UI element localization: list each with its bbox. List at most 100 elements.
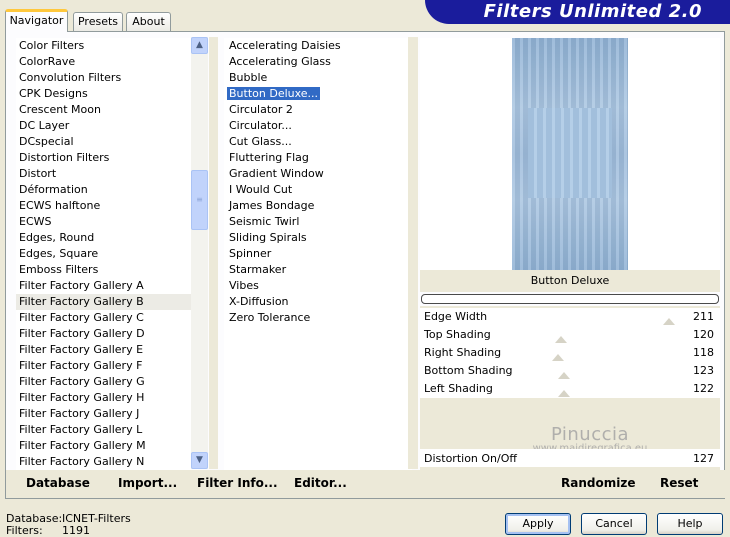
scroll-up-button[interactable]: ▲ — [191, 37, 208, 54]
filter-item[interactable]: Accelerating Glass — [224, 54, 412, 70]
filter-item[interactable]: Gradient Window — [224, 166, 412, 182]
category-item[interactable]: Déformation — [16, 182, 198, 198]
category-item[interactable]: Filter Factory Gallery J — [16, 406, 198, 422]
category-item[interactable]: ColorRave — [16, 54, 198, 70]
slider-label: Right Shading — [424, 346, 502, 359]
filter-item[interactable]: X-Diffusion — [224, 294, 412, 310]
tab-presets[interactable]: Presets — [73, 12, 123, 31]
title-banner: Filters Unlimited 2.0 — [425, 0, 730, 24]
parameter-controls: Pinuccia www.maidiregrafica.eu Distortio… — [420, 306, 720, 496]
filter-item[interactable]: Starmaker — [224, 262, 412, 278]
slider-label: Top Shading — [424, 328, 491, 341]
progress-bar — [421, 294, 719, 304]
filter-item-label: Fluttering Flag — [229, 151, 309, 164]
slider-marker[interactable] — [663, 318, 675, 325]
category-item[interactable]: Filter Factory Gallery A — [16, 278, 198, 294]
filter-item[interactable]: Vibes — [224, 278, 412, 294]
slider-value: 122 — [693, 382, 714, 395]
category-item[interactable]: Filter Factory Gallery E — [16, 342, 198, 358]
filter-item[interactable]: Button Deluxe... — [224, 86, 412, 102]
filter-item[interactable]: Zero Tolerance — [224, 310, 412, 326]
filter-item[interactable]: Circulator 2 — [224, 102, 412, 118]
slider-value: 120 — [693, 328, 714, 341]
cancel-button[interactable]: Cancel — [581, 513, 647, 535]
action-bar: Database Import... Filter Info... Editor… — [6, 470, 726, 498]
filter-item[interactable]: James Bondage — [224, 198, 412, 214]
scroll-thumb[interactable]: ≡ — [191, 170, 208, 230]
filter-item-label: Circulator... — [229, 119, 292, 132]
tab-navigator[interactable]: Navigator — [5, 9, 68, 32]
filter-info-button[interactable]: Filter Info... — [197, 476, 278, 490]
category-item[interactable]: Filter Factory Gallery N — [16, 454, 198, 470]
parameter-slider[interactable]: Top Shading 120 — [420, 326, 720, 344]
slider-marker[interactable] — [555, 336, 567, 343]
category-item[interactable]: ECWS halftone — [16, 198, 198, 214]
category-item[interactable]: DC Layer — [16, 118, 198, 134]
filter-item[interactable]: Bubble — [224, 70, 412, 86]
category-item[interactable]: Distortion Filters — [16, 150, 198, 166]
import-button[interactable]: Import... — [118, 476, 177, 490]
category-item[interactable]: Filter Factory Gallery C — [16, 310, 198, 326]
filter-item[interactable]: Circulator... — [224, 118, 412, 134]
category-item[interactable]: DCspecial — [16, 134, 198, 150]
database-info: Database:ICNET-Filters Filters: 1191 — [6, 513, 131, 537]
filter-item[interactable]: Fluttering Flag — [224, 150, 412, 166]
category-item[interactable]: Crescent Moon — [16, 102, 198, 118]
apply-button[interactable]: Apply — [505, 513, 571, 535]
navigator-panel: Color Filters ColorRave Convolution Filter… — [5, 31, 726, 499]
editor-button[interactable]: Editor... — [294, 476, 347, 490]
slider-marker[interactable] — [558, 372, 570, 379]
filters-count-value: 1191 — [62, 524, 90, 537]
scroll-down-button[interactable]: ▼ — [191, 452, 208, 469]
parameter-slider[interactable]: Edge Width 211 — [420, 308, 720, 326]
category-list[interactable]: Color Filters ColorRave Convolution Filter… — [16, 38, 198, 470]
filter-item[interactable]: Spinner — [224, 246, 412, 262]
filter-list[interactable]: Accelerating Daisies Accelerating Glass Bu… — [224, 38, 412, 470]
parameter-slider[interactable]: Left Shading 122 — [420, 380, 720, 398]
slider-value: 127 — [693, 452, 714, 465]
category-item[interactable]: Filter Factory Gallery G — [16, 374, 198, 390]
filter-item-label: Cut Glass... — [229, 135, 292, 148]
category-item[interactable]: Distort — [16, 166, 198, 182]
category-item[interactable]: Filter Factory Gallery D — [16, 326, 198, 342]
category-item[interactable]: CPK Designs — [16, 86, 198, 102]
randomize-button[interactable]: Randomize — [561, 476, 635, 490]
filter-item-label: Seismic Twirl — [229, 215, 300, 228]
category-item[interactable]: Filter Factory Gallery M — [16, 438, 198, 454]
tab-about[interactable]: About — [126, 12, 171, 31]
slider-label: Distortion On/Off — [424, 452, 517, 465]
parameter-slider[interactable]: Bottom Shading 123 — [420, 362, 720, 380]
distortion-slider[interactable]: Distortion On/Off 127 — [420, 449, 720, 467]
reset-button[interactable]: Reset — [660, 476, 698, 490]
filter-item[interactable]: Accelerating Daisies — [224, 38, 412, 54]
category-item[interactable]: Emboss Filters — [16, 262, 198, 278]
filter-item[interactable]: I Would Cut — [224, 182, 412, 198]
slider-marker[interactable] — [552, 354, 564, 361]
filter-item-label: Bubble — [229, 71, 268, 84]
help-button[interactable]: Help — [657, 513, 723, 535]
filter-item-label: Gradient Window — [229, 167, 324, 180]
filter-item-label: Button Deluxe... — [227, 87, 321, 100]
filter-item[interactable]: Sliding Spirals — [224, 230, 412, 246]
category-item[interactable]: Edges, Round — [16, 230, 198, 246]
category-item[interactable]: Filter Factory Gallery H — [16, 390, 198, 406]
filter-name-label: Button Deluxe — [420, 270, 720, 292]
category-scrollbar[interactable]: ▲ ≡ ▼ — [191, 37, 208, 469]
category-item[interactable]: Filter Factory Gallery B — [16, 294, 198, 310]
filter-item-label: I Would Cut — [229, 183, 293, 196]
category-item[interactable]: Filter Factory Gallery L — [16, 422, 198, 438]
category-item[interactable]: Edges, Square — [16, 246, 198, 262]
filter-item-label: Accelerating Glass — [229, 55, 331, 68]
category-item[interactable]: ECWS — [16, 214, 198, 230]
slider-label: Left Shading — [424, 382, 493, 395]
database-button[interactable]: Database — [26, 476, 90, 490]
category-item[interactable]: Color Filters — [16, 38, 198, 54]
slider-value: 211 — [693, 310, 714, 323]
filter-item[interactable]: Seismic Twirl — [224, 214, 412, 230]
filter-item-label: Accelerating Daisies — [229, 39, 341, 52]
category-item[interactable]: Convolution Filters — [16, 70, 198, 86]
parameter-slider[interactable]: Right Shading 118 — [420, 344, 720, 362]
filter-item[interactable]: Cut Glass... — [224, 134, 412, 150]
slider-marker[interactable] — [558, 390, 570, 397]
category-item[interactable]: Filter Factory Gallery F — [16, 358, 198, 374]
